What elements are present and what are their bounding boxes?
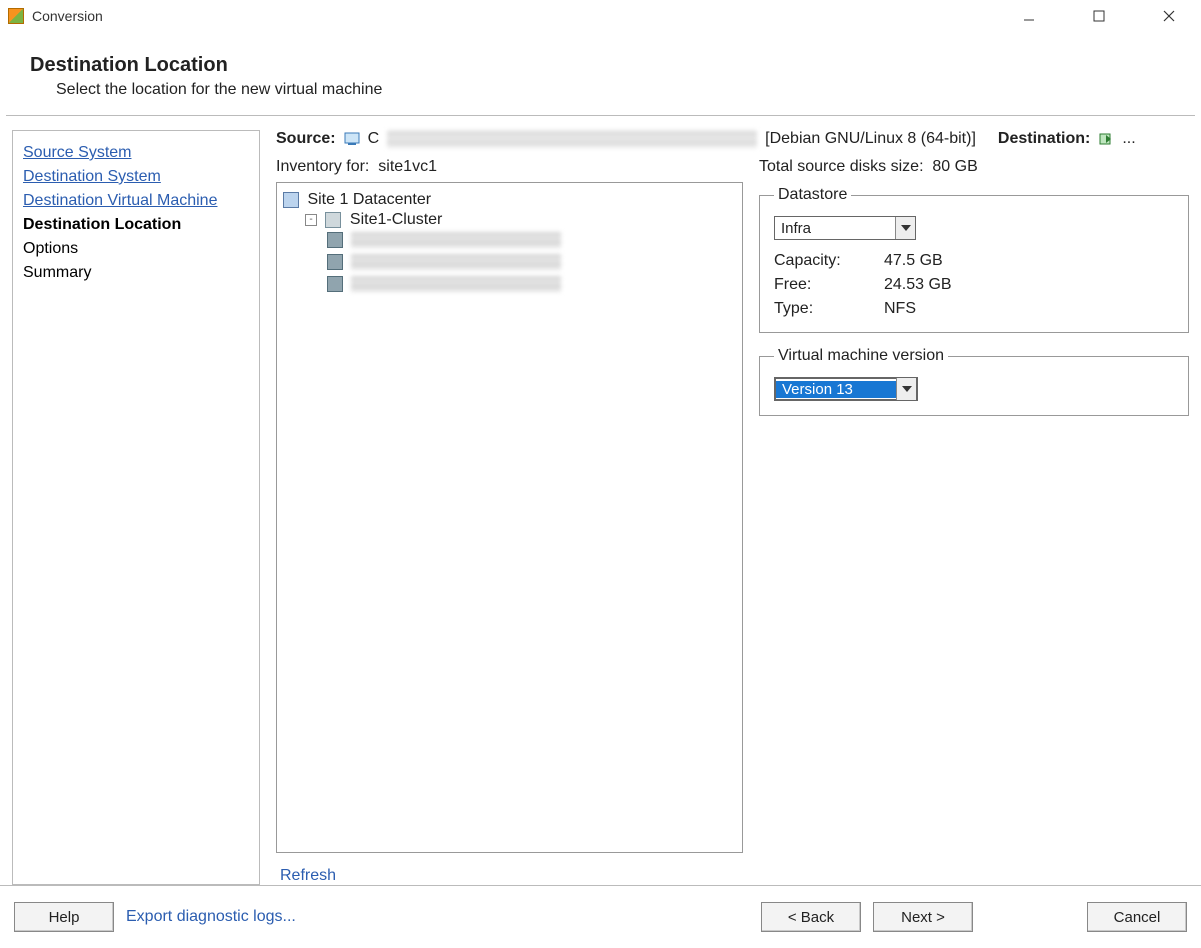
details-column: Total source disks size: 80 GB Datastore… bbox=[759, 158, 1189, 885]
datacenter-label: Site 1 Datacenter bbox=[307, 191, 431, 208]
source-label: Source: bbox=[276, 130, 336, 148]
dropdown-icon[interactable] bbox=[896, 378, 916, 400]
host-icon bbox=[327, 232, 343, 248]
content-pane: Source: C [Debian GNU/Linux 8 (64-bit)] … bbox=[276, 130, 1189, 885]
datastore-group: Datastore Infra Capacity: 47.5 GB Free: … bbox=[759, 186, 1189, 333]
inventory-label: Inventory for: site1vc1 bbox=[276, 158, 743, 182]
tree-host-2[interactable] bbox=[327, 251, 742, 273]
page-subtitle: Select the location for the new virtual … bbox=[56, 81, 1171, 99]
inventory-tree[interactable]: Site 1 Datacenter Site1-Cluster bbox=[276, 182, 743, 853]
app-icon bbox=[8, 8, 24, 24]
cluster-label: Site1-Cluster bbox=[350, 211, 442, 228]
page-title: Destination Location bbox=[30, 54, 1171, 77]
step-destination-system[interactable]: Destination System bbox=[23, 165, 249, 189]
cluster-icon bbox=[325, 212, 341, 228]
host-name-redacted bbox=[351, 232, 561, 248]
datacenter-icon bbox=[283, 192, 299, 208]
source-os: [Debian GNU/Linux 8 (64-bit)] bbox=[765, 130, 976, 148]
total-size-line: Total source disks size: 80 GB bbox=[759, 158, 1189, 186]
window-controls bbox=[1007, 2, 1191, 30]
footer: Help Export diagnostic logs... < Back Ne… bbox=[0, 885, 1201, 948]
tree-cluster[interactable]: Site1-Cluster bbox=[305, 209, 742, 297]
capacity-value: 47.5 GB bbox=[884, 252, 1174, 270]
vm-version-selected: Version 13 bbox=[776, 381, 896, 398]
inventory-column: Inventory for: site1vc1 Site 1 Datacente… bbox=[276, 158, 743, 885]
source-icon bbox=[344, 131, 360, 147]
destination-icon bbox=[1098, 131, 1114, 147]
source-name-redacted bbox=[387, 130, 757, 148]
vm-version-select[interactable]: Version 13 bbox=[774, 377, 918, 401]
export-diagnostic-logs-link[interactable]: Export diagnostic logs... bbox=[126, 908, 296, 926]
page-header: Destination Location Select the location… bbox=[0, 32, 1201, 115]
vm-version-group: Virtual machine version Version 13 bbox=[759, 347, 1189, 416]
close-button[interactable] bbox=[1147, 2, 1191, 30]
step-source-system[interactable]: Source System bbox=[23, 141, 249, 165]
host-icon bbox=[327, 254, 343, 270]
host-name-redacted bbox=[351, 254, 561, 270]
source-initial: C bbox=[368, 130, 380, 148]
capacity-label: Capacity: bbox=[774, 252, 884, 270]
wizard-steps: Source System Destination System Destina… bbox=[12, 130, 260, 885]
maximize-button[interactable] bbox=[1077, 2, 1121, 30]
help-button[interactable]: Help bbox=[14, 902, 114, 932]
host-icon bbox=[327, 276, 343, 292]
dropdown-icon[interactable] bbox=[895, 217, 915, 239]
refresh-link[interactable]: Refresh bbox=[280, 867, 336, 884]
source-destination-bar: Source: C [Debian GNU/Linux 8 (64-bit)] … bbox=[276, 130, 1189, 158]
destination-ellipsis: ... bbox=[1122, 130, 1135, 148]
type-label: Type: bbox=[774, 300, 884, 318]
free-label: Free: bbox=[774, 276, 884, 294]
tree-host-1[interactable] bbox=[327, 229, 742, 251]
datastore-select[interactable]: Infra bbox=[774, 216, 916, 240]
tree-host-3[interactable] bbox=[327, 273, 742, 295]
step-destination-virtual-machine[interactable]: Destination Virtual Machine bbox=[23, 189, 249, 213]
datastore-legend: Datastore bbox=[774, 186, 851, 204]
window-title: Conversion bbox=[32, 8, 103, 24]
minimize-button[interactable] bbox=[1007, 2, 1051, 30]
main-area: Source System Destination System Destina… bbox=[0, 116, 1201, 885]
back-button[interactable]: < Back bbox=[761, 902, 861, 932]
tree-datacenter[interactable]: Site 1 Datacenter Site1-Cluster bbox=[283, 189, 742, 299]
host-name-redacted bbox=[351, 276, 561, 292]
free-value: 24.53 GB bbox=[884, 276, 1174, 294]
next-button[interactable]: Next > bbox=[873, 902, 973, 932]
type-value: NFS bbox=[884, 300, 1174, 318]
step-summary: Summary bbox=[23, 261, 249, 285]
cancel-button[interactable]: Cancel bbox=[1087, 902, 1187, 932]
step-destination-location: Destination Location bbox=[23, 213, 249, 237]
title-bar: Conversion bbox=[0, 0, 1201, 32]
destination-label: Destination: bbox=[998, 130, 1090, 148]
datastore-selected: Infra bbox=[775, 220, 895, 237]
tree-toggle[interactable] bbox=[305, 214, 317, 226]
step-options: Options bbox=[23, 237, 249, 261]
vm-version-legend: Virtual machine version bbox=[774, 347, 948, 365]
